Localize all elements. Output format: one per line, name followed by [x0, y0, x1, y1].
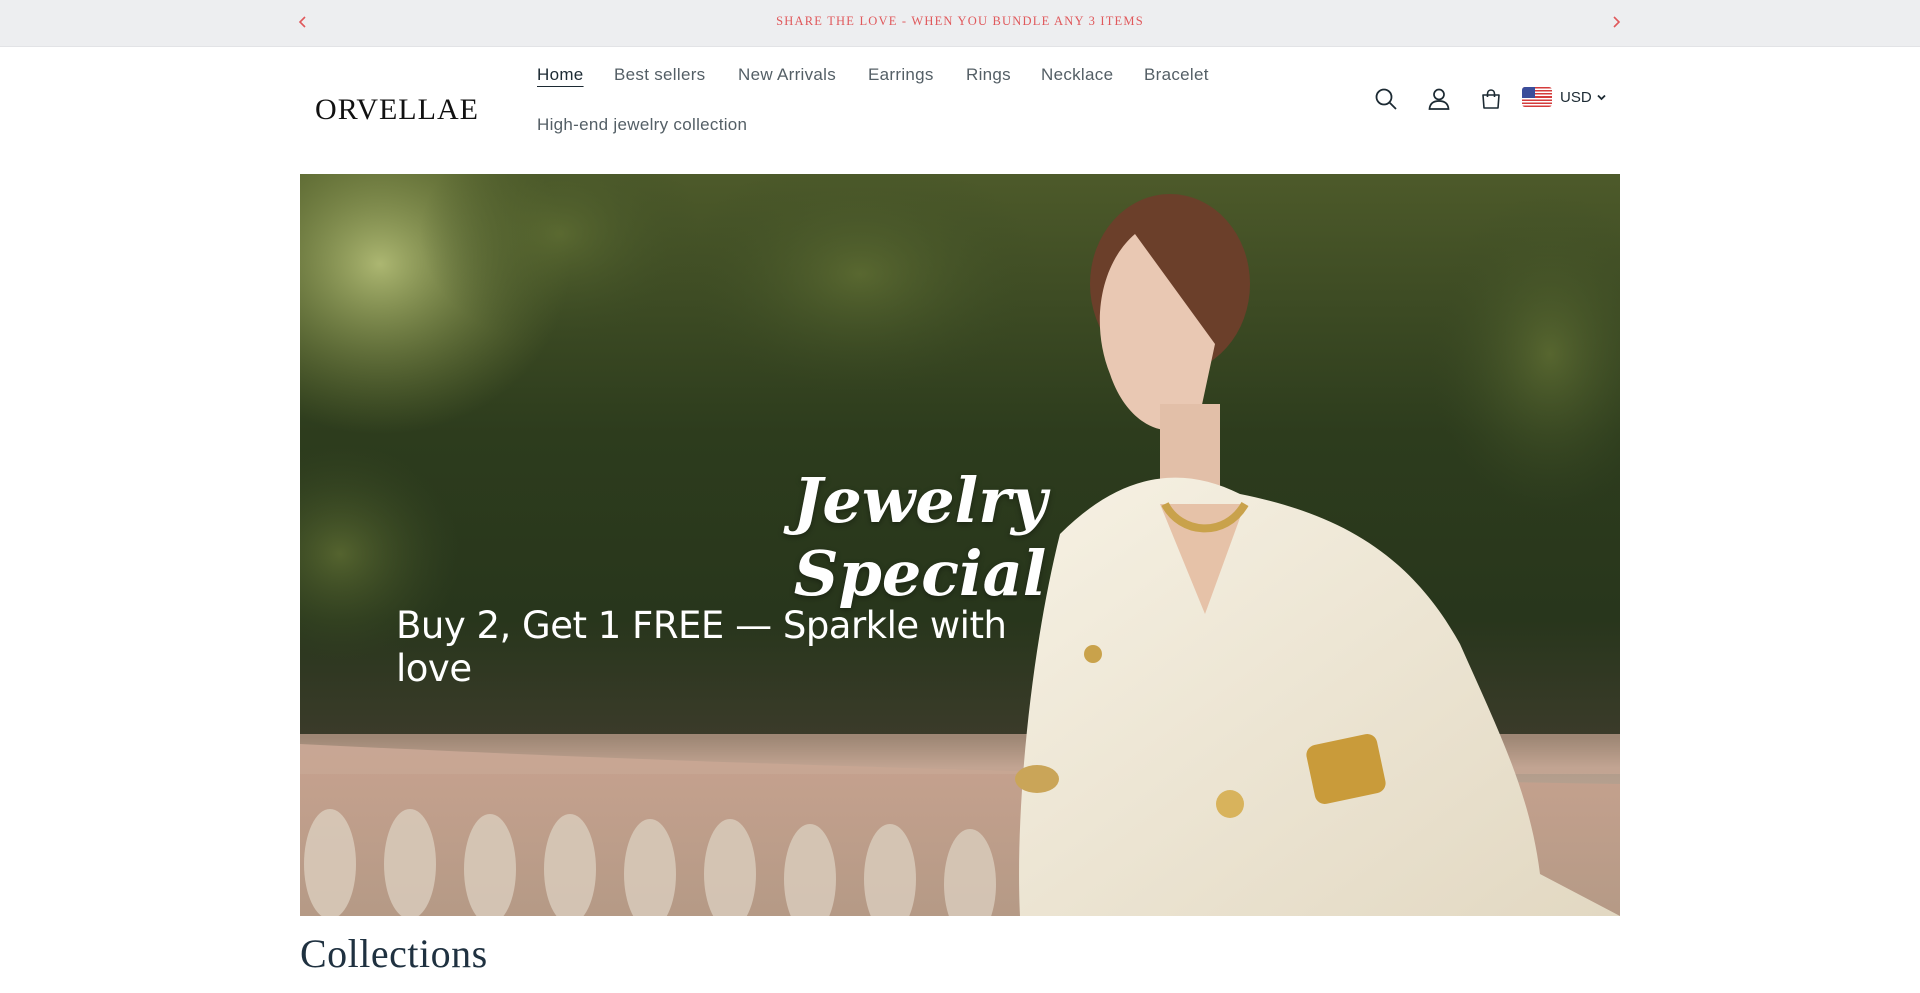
currency-code: USD: [1560, 88, 1592, 106]
nav-high-end-jewelry[interactable]: High-end jewelry collection: [537, 115, 747, 135]
nav-home[interactable]: Home: [537, 65, 584, 85]
store-logo[interactable]: ORVELLAE: [300, 83, 494, 137]
chevron-right-icon[interactable]: [1606, 10, 1626, 34]
nav-earrings[interactable]: Earrings: [868, 65, 934, 85]
nav-new-arrivals[interactable]: New Arrivals: [738, 65, 836, 85]
hero-title: Jewelry Special: [793, 464, 1047, 610]
hero-banner[interactable]: Jewelry Special Buy 2, Get 1 FREE — Spar…: [300, 174, 1620, 916]
announcement-bar: SHARE THE LOVE - WHEN YOU BUNDLE ANY 3 I…: [0, 0, 1920, 47]
cart-icon[interactable]: [1476, 84, 1506, 114]
account-icon[interactable]: [1424, 84, 1454, 114]
chevron-down-icon: [1597, 94, 1606, 100]
nav-best-sellers[interactable]: Best sellers: [614, 65, 705, 85]
us-flag-icon: [1522, 87, 1552, 107]
collections-heading: Collections: [300, 931, 488, 976]
hero-subtitle: Buy 2, Get 1 FREE — Sparkle with love: [396, 604, 1007, 690]
nav-rings[interactable]: Rings: [966, 65, 1011, 85]
nav-necklace[interactable]: Necklace: [1041, 65, 1113, 85]
announcement-text: SHARE THE LOVE - WHEN YOU BUNDLE ANY 3 I…: [776, 14, 1144, 28]
search-icon[interactable]: [1371, 84, 1401, 114]
nav-bracelet[interactable]: Bracelet: [1144, 65, 1209, 85]
site-header: ORVELLAE Home Best sellers New Arrivals …: [0, 47, 1920, 174]
currency-selector[interactable]: USD: [1522, 85, 1606, 109]
